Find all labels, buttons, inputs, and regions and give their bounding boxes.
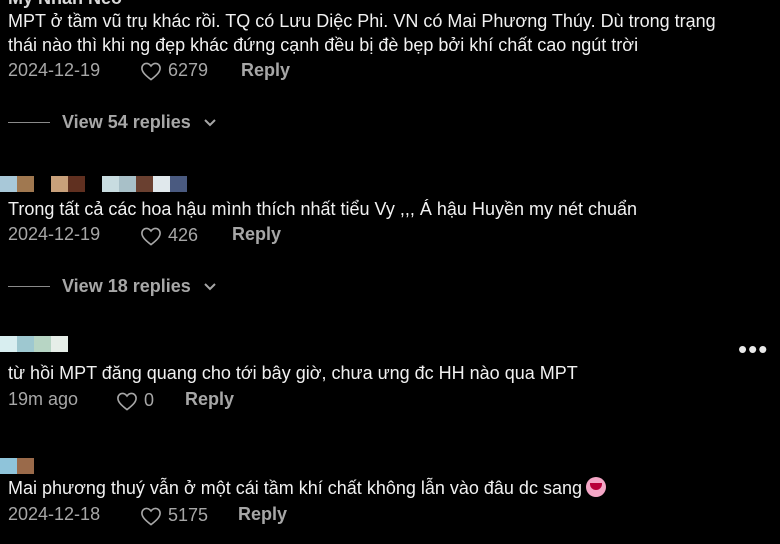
username-redacted [0, 458, 34, 474]
comment-text: từ hồi MPT đăng quang cho tới bây giờ, c… [8, 363, 578, 383]
chevron-down-icon [203, 282, 217, 292]
heart-icon[interactable] [140, 226, 162, 246]
like-count: 6279 [168, 60, 209, 80]
divider-line [8, 286, 50, 287]
comment-text-line: MPT ở tầm vũ trụ khác rồi. TQ có Lưu Diệ… [8, 11, 716, 31]
reply-button[interactable]: Reply [238, 504, 287, 525]
username-redacted [0, 336, 68, 352]
like-count: 426 [168, 225, 199, 245]
smiling-face-with-hearts-icon [585, 477, 606, 497]
comment-3: ••• từ hồi MPT đăng quang cho tới bây gi… [0, 334, 780, 424]
heart-icon[interactable] [140, 61, 162, 81]
reply-button[interactable]: Reply [241, 60, 290, 81]
comment-4: Mai phương thuý vẫn ở một cái tầm khí ch… [0, 454, 780, 544]
more-options-button[interactable]: ••• [738, 334, 768, 365]
comment-2: Trong tất cả các hoa hậu mình thích nhất… [0, 170, 780, 310]
comment-text: Trong tất cả các hoa hậu mình thích nhất… [8, 199, 638, 219]
comment-date: 2024-12-19 [8, 224, 101, 244]
like-count: 5175 [168, 505, 209, 525]
view-replies-label: View 18 replies [62, 276, 191, 296]
like-button[interactable]: 6279 [140, 60, 208, 81]
view-replies-button[interactable]: View 54 replies [8, 112, 217, 133]
username-redacted [0, 176, 187, 192]
comment-date: 2024-12-18 [8, 504, 101, 524]
comment-1: My Nhan Neo MPT ở tầm vũ trụ khác rồi. T… [0, 0, 780, 150]
heart-icon[interactable] [140, 506, 162, 526]
chevron-down-icon [203, 118, 217, 128]
reply-button[interactable]: Reply [232, 224, 281, 245]
reply-button[interactable]: Reply [185, 389, 234, 410]
heart-icon[interactable] [116, 391, 138, 411]
comment-date: 2024-12-19 [8, 60, 101, 80]
comment-text-line: Mai phương thuý vẫn ở một cái tầm khí ch… [8, 476, 606, 500]
like-button[interactable]: 0 [116, 390, 154, 411]
like-button[interactable]: 426 [140, 225, 198, 246]
like-button[interactable]: 5175 [140, 505, 208, 526]
comment-date: 19m ago [8, 389, 79, 409]
comment-text: Mai phương thuý vẫn ở một cái tầm khí ch… [8, 478, 582, 498]
divider-line [8, 122, 50, 123]
like-count: 0 [144, 390, 155, 410]
view-replies-label: View 54 replies [62, 112, 191, 132]
view-replies-button[interactable]: View 18 replies [8, 276, 217, 297]
comment-text-line: thái nào thì khi ng đẹp khác đứng cạnh đ… [8, 35, 639, 55]
